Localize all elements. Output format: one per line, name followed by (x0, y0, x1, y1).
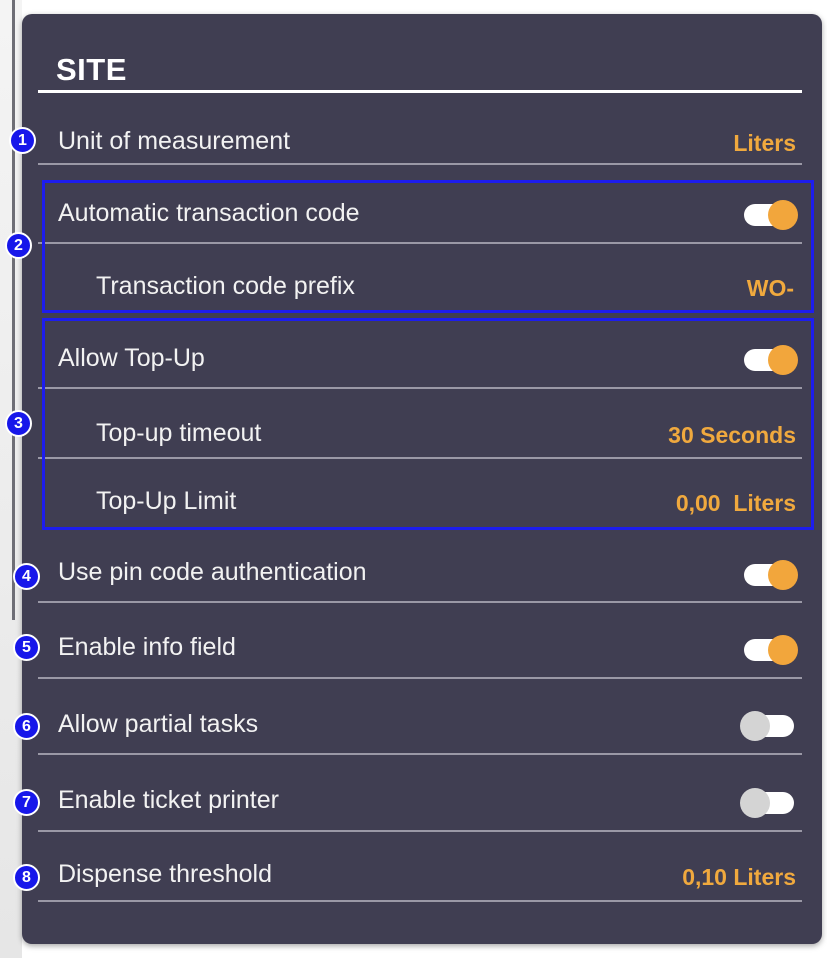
row-divider (38, 163, 802, 165)
annotation-badge: 6 (13, 713, 40, 740)
annotation-badge: 2 (5, 232, 32, 259)
setting-label: Enable ticket printer (58, 786, 279, 814)
section-title: SITE (56, 52, 127, 87)
annotation-badge: 7 (13, 789, 40, 816)
toggle-knob (740, 711, 770, 741)
setting-label: Unit of measurement (58, 127, 291, 155)
setting-unit-of-measurement[interactable]: Unit of measurement Liters (38, 113, 802, 165)
unit-value[interactable]: Liters (733, 130, 796, 157)
partial-tasks-toggle[interactable] (740, 711, 794, 741)
setting-info-field: Enable info field (38, 603, 802, 679)
setting-label: Dispense threshold (58, 860, 273, 888)
annotation-badge: 4 (13, 563, 40, 590)
title-divider (38, 90, 802, 93)
pin-code-authentication-toggle[interactable] (744, 560, 798, 590)
row-divider (38, 900, 802, 902)
setting-ticket-printer: Enable ticket printer (38, 755, 802, 832)
group-box-3 (42, 318, 814, 530)
setting-dispense-threshold[interactable]: Dispense threshold 0,10 Liters (38, 832, 802, 902)
toggle-knob (768, 560, 798, 590)
threshold-value[interactable]: 0,10 Liters (682, 864, 796, 891)
setting-pin-code-authentication: Use pin code authentication (38, 532, 802, 603)
setting-label: Allow partial tasks (58, 710, 259, 738)
info-field-toggle[interactable] (744, 635, 798, 665)
annotation-badge: 1 (9, 127, 36, 154)
annotation-badge: 3 (5, 410, 32, 437)
toggle-knob (768, 635, 798, 665)
setting-label: Enable info field (58, 633, 236, 661)
annotation-badge: 8 (13, 864, 40, 891)
toggle-knob (740, 788, 770, 818)
setting-partial-tasks: Allow partial tasks (38, 679, 802, 755)
setting-label: Use pin code authentication (58, 558, 367, 586)
annotation-badge: 5 (13, 634, 40, 661)
group-box-2 (42, 180, 814, 313)
ticket-printer-toggle[interactable] (740, 788, 794, 818)
